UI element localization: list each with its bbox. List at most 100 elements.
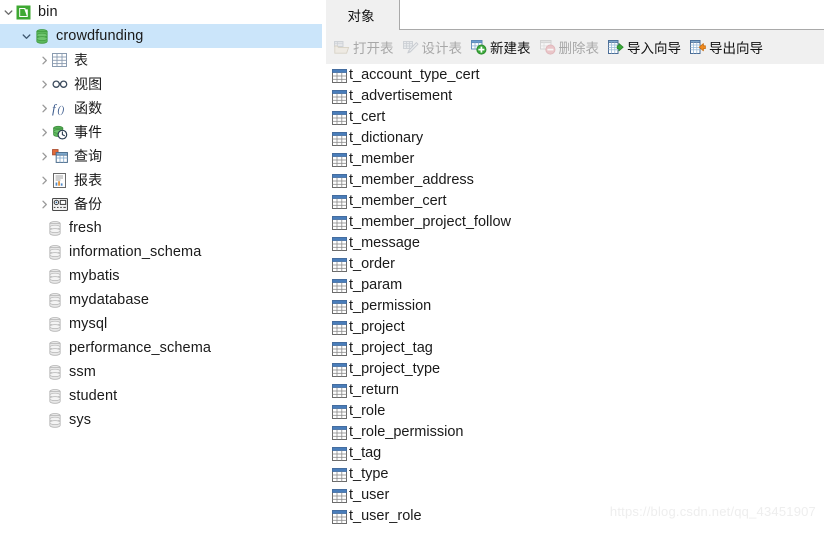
- tab-objects[interactable]: 对象: [326, 0, 396, 30]
- tree-item-label: student: [69, 387, 118, 404]
- new-table-label: 新建表: [490, 41, 531, 56]
- import-wizard-label: 导入向导: [627, 41, 681, 56]
- tree-item-label: crowdfunding: [56, 27, 144, 44]
- chevron-right-icon[interactable]: [38, 120, 51, 144]
- export-wizard-button[interactable]: 导出向导: [687, 34, 766, 60]
- table-name: t_member_cert: [349, 193, 447, 210]
- table-list-item[interactable]: t_member_address: [326, 170, 824, 191]
- tree-item-database[interactable]: mybatis: [0, 264, 322, 288]
- delete-table-button[interactable]: 删除表: [537, 34, 603, 60]
- new-table-icon: [471, 39, 487, 55]
- table-list-item[interactable]: t_project: [326, 317, 824, 338]
- table-list-item[interactable]: t_message: [326, 233, 824, 254]
- table-icon: [331, 446, 347, 461]
- table-list-item[interactable]: t_user_role: [326, 506, 824, 527]
- tree-item-database[interactable]: mysql: [0, 312, 322, 336]
- table-icon: [331, 404, 347, 419]
- tree-item-connection-bin[interactable]: bin: [0, 0, 322, 24]
- database-icon: [46, 220, 63, 237]
- tree-item-label: 函数: [74, 100, 103, 116]
- tree-item-database-crowdfunding[interactable]: crowdfunding: [0, 24, 322, 48]
- table-list-item[interactable]: t_member: [326, 149, 824, 170]
- tree-item-queries-group[interactable]: 查询: [0, 144, 322, 168]
- report-group-icon: [51, 172, 68, 189]
- table-list-item[interactable]: t_permission: [326, 296, 824, 317]
- table-list-item[interactable]: t_param: [326, 275, 824, 296]
- table-icon: [331, 89, 347, 104]
- tree-item-database[interactable]: ssm: [0, 360, 322, 384]
- tree-item-label: 查询: [74, 148, 103, 164]
- table-icon: [331, 425, 347, 440]
- tree-item-events-group[interactable]: 事件: [0, 120, 322, 144]
- open-table-icon: [334, 39, 350, 55]
- design-table-icon: [402, 39, 419, 55]
- table-name: t_role_permission: [349, 424, 464, 441]
- table-list-item[interactable]: t_return: [326, 380, 824, 401]
- chevron-down-icon[interactable]: [2, 0, 15, 24]
- table-icon: [331, 131, 347, 146]
- table-list-item[interactable]: t_type: [326, 464, 824, 485]
- table-list-item[interactable]: t_project_tag: [326, 338, 824, 359]
- tree-item-database[interactable]: fresh: [0, 216, 322, 240]
- import-wizard-button[interactable]: 导入向导: [605, 34, 684, 60]
- table-name: t_message: [349, 235, 420, 252]
- table-icon: [331, 236, 347, 251]
- table-name: t_user_role: [349, 508, 422, 525]
- database-icon: [46, 388, 63, 405]
- table-group-icon: [51, 52, 68, 69]
- new-table-button[interactable]: 新建表: [468, 34, 534, 60]
- table-icon: [331, 194, 347, 209]
- design-table-button[interactable]: 设计表: [400, 34, 466, 60]
- tree-item-label: sys: [69, 411, 92, 428]
- tree-item-views-group[interactable]: 视图: [0, 72, 322, 96]
- table-name: t_cert: [349, 109, 386, 126]
- tree-item-database[interactable]: performance_schema: [0, 336, 322, 360]
- table-list-item[interactable]: t_cert: [326, 107, 824, 128]
- chevron-right-icon[interactable]: [38, 144, 51, 168]
- open-table-button[interactable]: 打开表: [331, 34, 397, 60]
- tree-item-database[interactable]: information_schema: [0, 240, 322, 264]
- chevron-right-icon[interactable]: [38, 48, 51, 72]
- table-icon: [331, 110, 347, 125]
- open-table-label: 打开表: [353, 41, 394, 56]
- table-list-item[interactable]: t_member_cert: [326, 191, 824, 212]
- tree-item-reports-group[interactable]: 报表: [0, 168, 322, 192]
- table-list-item[interactable]: t_member_project_follow: [326, 212, 824, 233]
- table-name: t_order: [349, 256, 395, 273]
- table-list-item[interactable]: t_tag: [326, 443, 824, 464]
- database-icon: [46, 316, 63, 333]
- database-icon: [46, 364, 63, 381]
- table-list-item[interactable]: t_order: [326, 254, 824, 275]
- tree-item-label: fresh: [69, 219, 102, 236]
- table-list-item[interactable]: t_user: [326, 485, 824, 506]
- table-name: t_type: [349, 466, 389, 483]
- chevron-right-icon[interactable]: [38, 168, 51, 192]
- database-icon: [46, 244, 63, 261]
- table-list-item[interactable]: t_project_type: [326, 359, 824, 380]
- tree-item-database[interactable]: student: [0, 384, 322, 408]
- table-icon: [331, 278, 347, 293]
- function-group-icon: f (): [51, 100, 68, 117]
- table-list-item[interactable]: t_role: [326, 401, 824, 422]
- chevron-right-icon[interactable]: [38, 192, 51, 216]
- tree-item-database[interactable]: sys: [0, 408, 322, 432]
- view-group-icon: [51, 76, 68, 93]
- database-icon: [46, 412, 63, 429]
- table-name: t_project: [349, 319, 405, 336]
- tree-item-label: performance_schema: [69, 339, 212, 356]
- table-list-item[interactable]: t_account_type_cert: [326, 65, 824, 86]
- table-icon: [331, 509, 347, 524]
- table-list-item[interactable]: t_role_permission: [326, 422, 824, 443]
- chevron-right-icon[interactable]: [38, 96, 51, 120]
- chevron-down-icon[interactable]: [20, 24, 33, 48]
- tree-item-functions-group[interactable]: f () 函数: [0, 96, 322, 120]
- tree-item-database[interactable]: mydatabase: [0, 288, 322, 312]
- chevron-right-icon[interactable]: [38, 72, 51, 96]
- tree-item-backups-group[interactable]: 备份: [0, 192, 322, 216]
- table-list-item[interactable]: t_advertisement: [326, 86, 824, 107]
- object-tree-sidebar[interactable]: bin crowdfunding 表 视图 f () 函数 事件 查询 报表 备…: [0, 0, 322, 533]
- database-icon: [46, 340, 63, 357]
- table-list-item[interactable]: t_dictionary: [326, 128, 824, 149]
- table-list[interactable]: t_account_type_cert t_advertisement t_ce…: [326, 64, 824, 533]
- tree-item-tables-group[interactable]: 表: [0, 48, 322, 72]
